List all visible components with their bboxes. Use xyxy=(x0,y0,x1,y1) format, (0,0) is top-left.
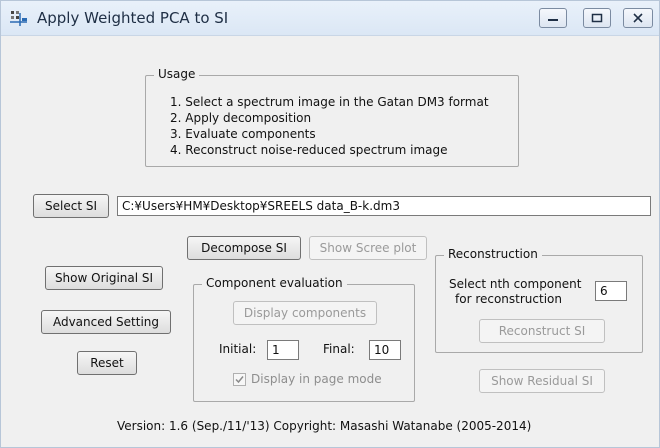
maximize-icon xyxy=(591,13,603,23)
final-label: Final: xyxy=(323,342,355,356)
initial-label: Initial: xyxy=(219,342,257,356)
show-original-si-button[interactable]: Show Original SI xyxy=(45,266,163,290)
initial-component-input[interactable]: 1 xyxy=(267,340,299,360)
final-component-input[interactable]: 10 xyxy=(369,340,401,360)
page-mode-label: Display in page mode xyxy=(251,372,382,386)
show-residual-si-button[interactable]: Show Residual SI xyxy=(479,369,605,393)
minimize-button[interactable] xyxy=(539,8,567,28)
show-scree-plot-button[interactable]: Show Scree plot xyxy=(309,236,427,260)
select-nth-label-line1: Select nth component xyxy=(449,277,582,291)
maximize-button[interactable] xyxy=(583,8,611,28)
minimize-icon xyxy=(548,19,558,21)
usage-step: 4. Reconstruct noise-reduced spectrum im… xyxy=(170,143,448,157)
title-bar[interactable]: Apply Weighted PCA to SI xyxy=(1,1,659,36)
display-components-button[interactable]: Display components xyxy=(233,301,377,325)
reconstruct-si-button[interactable]: Reconstruct SI xyxy=(479,319,605,343)
usage-step: 1. Select a spectrum image in the Gatan … xyxy=(170,95,489,109)
reset-button[interactable]: Reset xyxy=(77,351,137,375)
version-footer: Version: 1.6 (Sep./11/'13) Copyright: Ma… xyxy=(117,419,532,433)
select-si-button[interactable]: Select SI xyxy=(33,194,109,218)
nth-component-input[interactable]: 6 xyxy=(595,281,627,301)
reconstruction-label: Reconstruction xyxy=(444,247,542,261)
usage-steps: 1. Select a spectrum image in the Gatan … xyxy=(170,94,489,158)
decompose-si-button[interactable]: Decompose SI xyxy=(187,236,301,260)
page-mode-checkbox[interactable] xyxy=(233,373,246,386)
usage-step: 2. Apply decomposition xyxy=(170,111,312,125)
usage-group: Usage 1. Select a spectrum image in the … xyxy=(145,67,519,167)
usage-step: 3. Evaluate components xyxy=(170,127,316,141)
window-title: Apply Weighted PCA to SI xyxy=(37,9,229,27)
close-button[interactable] xyxy=(623,8,653,28)
si-path-field[interactable]: C:¥Users¥HM¥Desktop¥SREELS data_B-k.dm3 xyxy=(117,196,651,216)
select-nth-label-line2: for reconstruction xyxy=(455,292,562,306)
app-icon xyxy=(9,9,29,27)
main-window: Apply Weighted PCA to SI Usage 1. Select… xyxy=(0,0,660,448)
component-evaluation-label: Component evaluation xyxy=(202,276,347,290)
advanced-setting-button[interactable]: Advanced Setting xyxy=(41,310,171,334)
usage-group-label: Usage xyxy=(154,67,200,81)
checkmark-icon xyxy=(235,376,244,384)
close-icon xyxy=(633,13,643,23)
